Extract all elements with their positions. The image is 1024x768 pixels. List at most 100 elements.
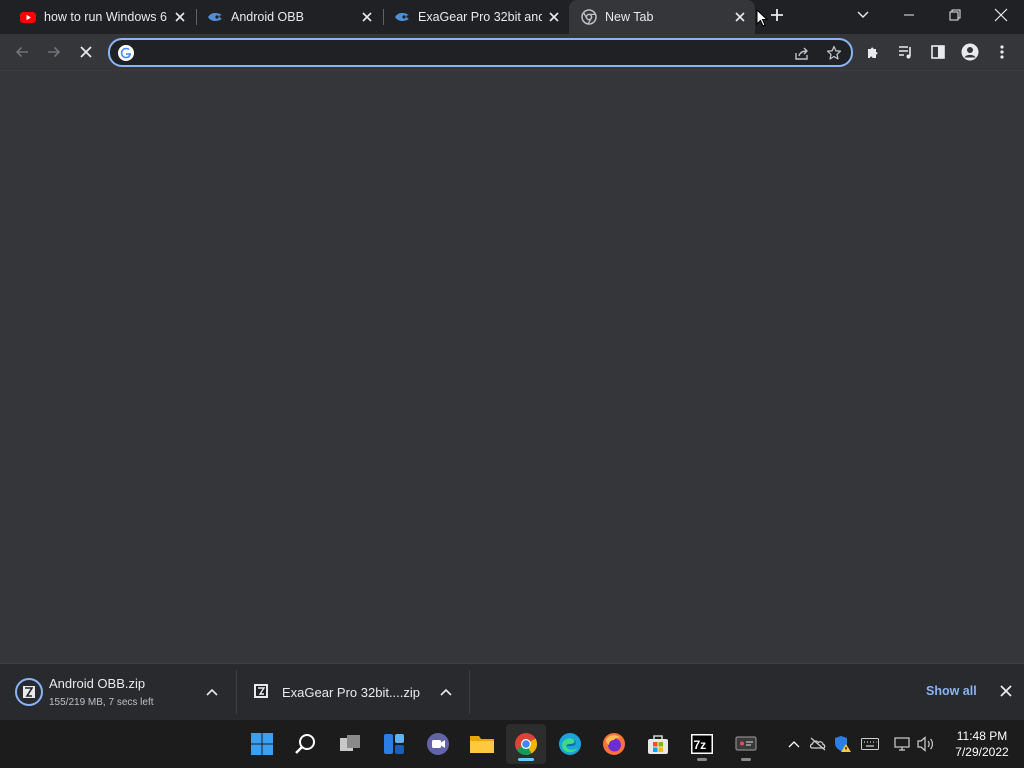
security-tray[interactable] xyxy=(832,734,852,754)
extensions-button[interactable] xyxy=(860,38,888,66)
tab-new-tab[interactable]: New Tab xyxy=(569,0,755,34)
arrow-left-icon xyxy=(15,46,28,58)
stop-loading-button[interactable] xyxy=(72,38,100,66)
youtube-icon xyxy=(20,12,36,23)
7zip-icon xyxy=(15,678,43,706)
onedrive-tray[interactable] xyxy=(808,734,828,754)
restore-button[interactable] xyxy=(932,0,978,30)
menu-button[interactable] xyxy=(988,38,1016,66)
teams-chat-button[interactable] xyxy=(418,724,458,764)
clock-time: 11:48 PM xyxy=(956,729,1008,743)
back-button[interactable] xyxy=(8,38,36,66)
taskbar-clock[interactable]: 11:48 PM 7/29/2022 xyxy=(942,728,1022,760)
widgets-button[interactable] xyxy=(374,724,414,764)
store-icon xyxy=(648,735,668,754)
start-icon xyxy=(251,733,273,755)
task-view-icon xyxy=(340,735,360,751)
share-icon[interactable] xyxy=(792,43,812,63)
playlist-music-icon xyxy=(899,46,911,59)
close-icon[interactable] xyxy=(360,10,374,24)
close-icon[interactable] xyxy=(1000,685,1012,697)
volume-tray[interactable] xyxy=(916,734,936,754)
profile-button[interactable] xyxy=(956,38,984,66)
network-tray[interactable] xyxy=(892,734,912,754)
teams-chat-icon xyxy=(427,733,449,755)
windows-taskbar: 7z 11:48 PM 7/29/2022 xyxy=(0,720,1024,768)
chevron-up-icon xyxy=(788,741,800,748)
chrome-icon xyxy=(515,733,537,755)
mediafire-icon xyxy=(208,12,222,22)
firefox-button[interactable] xyxy=(594,724,634,764)
task-view-button[interactable] xyxy=(330,724,370,764)
download-shelf: Android OBB.zip 155/219 MB, 7 secs left … xyxy=(0,663,1024,720)
forward-button[interactable] xyxy=(40,38,68,66)
omnibox-input[interactable] xyxy=(142,42,746,64)
window-close-button[interactable] xyxy=(978,0,1024,30)
running-indicator xyxy=(697,758,707,761)
media-control-button[interactable] xyxy=(892,38,920,66)
screen-capture-icon xyxy=(735,736,757,751)
speaker-icon xyxy=(917,736,933,752)
chevron-down-icon xyxy=(857,11,869,18)
start-button[interactable] xyxy=(242,724,282,764)
download-item[interactable]: ExaGear Pro 32bit....zip xyxy=(237,664,469,720)
running-indicator xyxy=(518,758,534,761)
keyboard-icon xyxy=(861,738,879,750)
download-filename: ExaGear Pro 32bit....zip xyxy=(282,685,421,700)
chrome-icon xyxy=(581,9,597,25)
shelf-separator xyxy=(469,670,470,714)
screen-capture-button[interactable] xyxy=(726,724,766,764)
tab-title: Android OBB xyxy=(231,10,304,24)
shield-warning-icon xyxy=(835,736,851,752)
close-icon xyxy=(80,46,92,58)
tab-search-button[interactable] xyxy=(840,0,886,30)
clock-date: 7/29/2022 xyxy=(955,745,1009,759)
close-icon[interactable] xyxy=(173,10,187,24)
address-bar[interactable] xyxy=(108,38,853,67)
bookmark-star-icon[interactable] xyxy=(824,43,844,63)
minimize-button[interactable] xyxy=(886,0,932,30)
chrome-taskbar-button[interactable] xyxy=(506,724,546,764)
file-explorer-button[interactable] xyxy=(462,724,502,764)
edge-button[interactable] xyxy=(550,724,590,764)
tab-strip: how to run Windows 6 Android OBB ExaGear… xyxy=(0,0,1024,34)
plus-icon xyxy=(771,9,783,21)
download-item[interactable]: Android OBB.zip 155/219 MB, 7 secs left xyxy=(0,664,236,720)
show-all-downloads-link[interactable]: Show all xyxy=(926,684,977,698)
microsoft-store-button[interactable] xyxy=(638,724,678,764)
profile-icon xyxy=(961,43,979,61)
file-explorer-icon xyxy=(470,736,494,753)
tab-android-obb[interactable]: Android OBB xyxy=(187,0,382,34)
7zip-button[interactable]: 7z xyxy=(682,724,722,764)
show-hidden-icons-button[interactable] xyxy=(784,734,804,754)
download-status: 155/219 MB, 7 secs left xyxy=(49,697,154,708)
mouse-cursor-icon xyxy=(756,9,768,27)
tab-title: New Tab xyxy=(605,10,654,24)
chevron-up-icon[interactable] xyxy=(206,688,218,696)
restore-icon xyxy=(949,9,961,21)
arrow-right-icon xyxy=(48,46,61,58)
running-indicator xyxy=(741,758,751,761)
7zip-icon xyxy=(254,684,268,698)
puzzle-icon xyxy=(868,47,878,58)
tab-title: ExaGear Pro 32bit and xyxy=(418,10,542,24)
mediafire-icon xyxy=(395,12,409,22)
tab-exagear[interactable]: ExaGear Pro 32bit and xyxy=(374,0,569,34)
onedrive-offline-icon xyxy=(809,737,826,751)
tab-title: how to run Windows 6 xyxy=(44,10,167,24)
more-vertical-icon xyxy=(1000,45,1004,59)
side-panel-icon xyxy=(931,45,945,59)
tab-youtube[interactable]: how to run Windows 6 xyxy=(0,0,195,34)
taskbar-search-button[interactable] xyxy=(286,724,326,764)
chevron-up-icon[interactable] xyxy=(440,688,452,696)
keyboard-tray[interactable] xyxy=(860,734,880,754)
svg-text:7z: 7z xyxy=(694,738,707,752)
page-content xyxy=(0,71,1024,663)
network-icon xyxy=(894,737,910,751)
close-icon[interactable] xyxy=(733,10,747,24)
minimize-icon xyxy=(904,14,914,16)
side-panel-button[interactable] xyxy=(924,38,952,66)
search-icon xyxy=(295,734,315,754)
close-icon[interactable] xyxy=(547,10,561,24)
firefox-icon xyxy=(603,733,625,755)
